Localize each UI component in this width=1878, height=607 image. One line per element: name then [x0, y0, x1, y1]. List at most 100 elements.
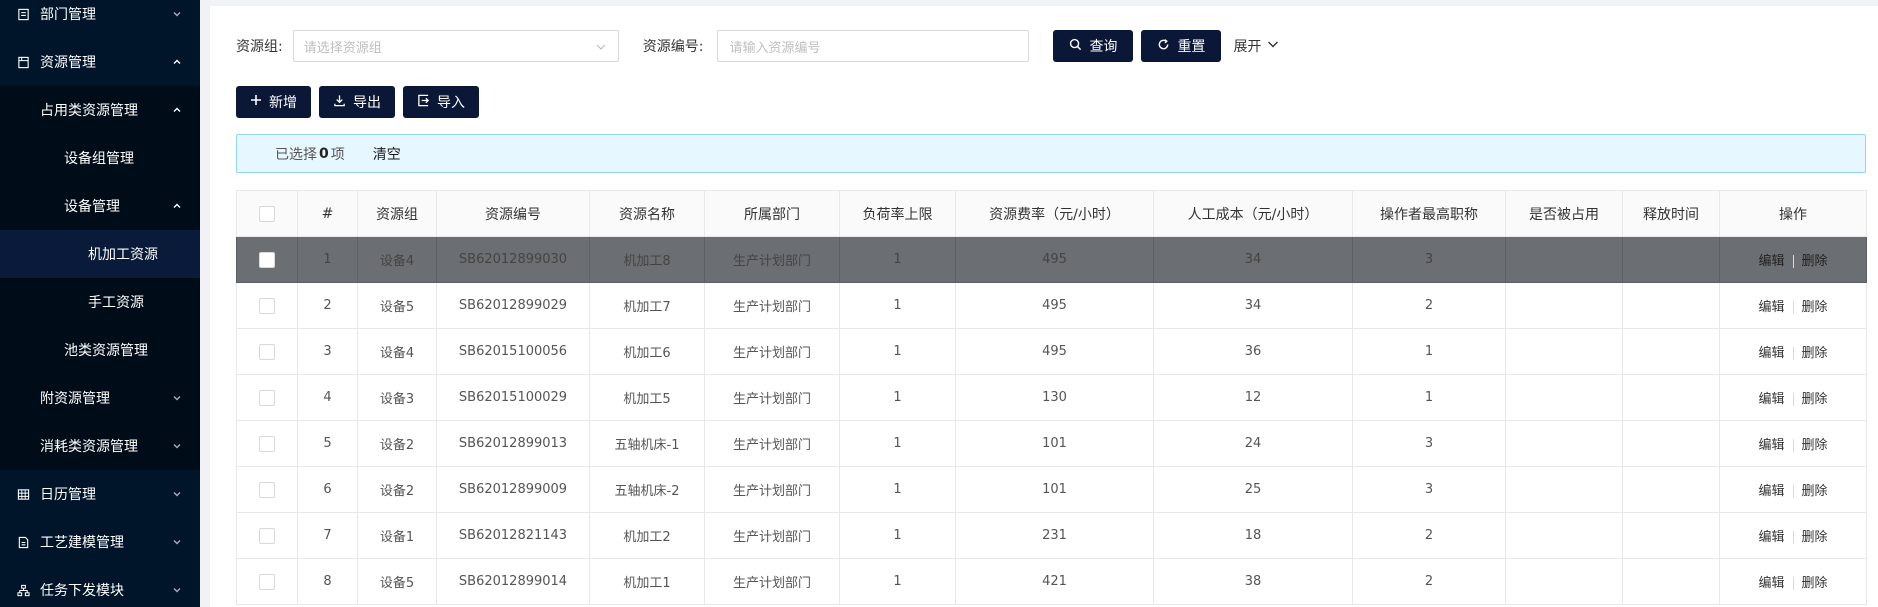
divider — [1792, 393, 1794, 406]
row-checkbox[interactable] — [259, 527, 275, 544]
cell-code: SB62015100029 — [436, 374, 590, 421]
sidebar-item-0[interactable]: 部门管理 — [0, 0, 200, 38]
cell-group: 设备4 — [357, 236, 437, 283]
cell-labor: 25 — [1153, 466, 1353, 513]
cell-labor: 24 — [1153, 420, 1353, 467]
row-actions: 编辑 删除 — [1719, 466, 1867, 513]
table-row[interactable]: 6 设备2 SB62012899009 五轴机床-2 生产计划部门 1 101 25 3 编辑 删除 — [236, 466, 1867, 513]
table-row[interactable]: 5 设备2 SB62012899013 五轴机床-1 生产计划部门 1 101 24 3 编辑 删除 — [236, 420, 1867, 467]
row-checkbox[interactable] — [259, 435, 275, 452]
cell-group: 设备4 — [357, 328, 437, 375]
cell-name: 机加工2 — [589, 512, 705, 559]
add-button[interactable]: 新增 — [236, 86, 311, 118]
edit-link[interactable]: 编辑 — [1758, 392, 1784, 407]
divider — [1792, 347, 1794, 360]
row-select-cell — [236, 282, 298, 329]
sidebar-item-label: 附资源管理 — [40, 391, 110, 407]
import-button[interactable]: 导入 — [403, 86, 479, 118]
chevron-down-icon — [172, 489, 182, 499]
expand-toggle[interactable]: 展开 — [1233, 36, 1279, 56]
table-row[interactable]: 4 设备3 SB62015100029 机加工5 生产计划部门 1 130 12 1 编辑 删除 — [236, 374, 1867, 421]
row-checkbox[interactable] — [259, 389, 275, 406]
cell-title: 2 — [1352, 512, 1506, 559]
delete-link[interactable]: 删除 — [1802, 346, 1828, 361]
table-row[interactable]: 8 设备5 SB62012899014 机加工1 生产计划部门 1 421 38 2 编辑 删除 — [236, 558, 1867, 605]
query-button[interactable]: 查询 — [1053, 30, 1134, 62]
delete-link[interactable]: 删除 — [1802, 438, 1828, 453]
edit-link[interactable]: 编辑 — [1758, 300, 1784, 315]
row-actions: 编辑 删除 — [1719, 420, 1867, 467]
edit-link[interactable]: 编辑 — [1758, 254, 1784, 269]
delete-link[interactable]: 删除 — [1802, 392, 1828, 407]
sidebar-item-label: 池类资源管理 — [64, 343, 148, 359]
expand-label: 展开 — [1233, 39, 1262, 55]
chevron-down-icon — [596, 41, 606, 51]
cell-occupied — [1505, 374, 1623, 421]
cell-dept: 生产计划部门 — [704, 374, 840, 421]
edit-link[interactable]: 编辑 — [1758, 346, 1784, 361]
cell-group: 设备5 — [357, 282, 437, 329]
divider — [1792, 577, 1794, 590]
sidebar-item-1[interactable]: 资源管理 — [0, 38, 200, 86]
resource-code-input[interactable]: 请输入资源编号 — [717, 30, 1030, 62]
cell-no: 8 — [297, 558, 358, 605]
sidebar-item-11[interactable]: 工艺建模管理 — [0, 518, 200, 566]
reset-button-label: 重置 — [1177, 39, 1206, 55]
cell-rate: 231 — [955, 512, 1154, 559]
edit-link[interactable]: 编辑 — [1758, 438, 1784, 453]
edit-link[interactable]: 编辑 — [1758, 530, 1784, 545]
sidebar-item-label: 工艺建模管理 — [40, 535, 124, 551]
delete-link[interactable]: 删除 — [1802, 484, 1828, 499]
sidebar-item-7[interactable]: 池类资源管理 — [0, 326, 200, 374]
sidebar-item-8[interactable]: 附资源管理 — [0, 374, 200, 422]
divider — [1792, 531, 1794, 544]
search-bar: 资源组: 请选择资源组 资源编号: 请输入资源编号 查询 重置 展开 — [236, 30, 1279, 62]
row-checkbox[interactable] — [259, 251, 275, 268]
sidebar-item-5[interactable]: 机加工资源 — [0, 230, 200, 278]
row-checkbox[interactable] — [259, 573, 275, 590]
chevron-down-icon — [172, 537, 182, 547]
cell-occupied — [1505, 282, 1623, 329]
edit-link[interactable]: 编辑 — [1758, 484, 1784, 499]
sidebar-item-label: 设备组管理 — [64, 151, 134, 167]
table-row[interactable]: 1 设备4 SB62012899030 机加工8 生产计划部门 1 495 34 3 编辑 删除 — [236, 236, 1867, 283]
table-row[interactable]: 3 设备4 SB62015100056 机加工6 生产计划部门 1 495 36 1 编辑 删除 — [236, 328, 1867, 375]
row-checkbox[interactable] — [259, 343, 275, 360]
sidebar-item-6[interactable]: 手工资源 — [0, 278, 200, 326]
cell-rate: 495 — [955, 236, 1154, 283]
delete-link[interactable]: 删除 — [1802, 254, 1828, 269]
table-body: 1 设备4 SB62012899030 机加工8 生产计划部门 1 495 34 3 编辑 删除 2 设… — [236, 236, 1867, 605]
clear-selection-link[interactable]: 清空 — [373, 144, 401, 164]
delete-link[interactable]: 删除 — [1802, 300, 1828, 315]
cell-occupied — [1505, 328, 1623, 375]
sidebar-item-9[interactable]: 消耗类资源管理 — [0, 422, 200, 470]
cell-release — [1622, 282, 1720, 329]
cell-no: 7 — [297, 512, 358, 559]
edit-link[interactable]: 编辑 — [1758, 576, 1784, 591]
cell-release — [1622, 466, 1720, 513]
sidebar-item-10[interactable]: 日历管理 — [0, 470, 200, 518]
chevron-down-icon — [172, 585, 182, 595]
cell-no: 6 — [297, 466, 358, 513]
sidebar-item-3[interactable]: 设备组管理 — [0, 134, 200, 182]
document-icon — [16, 7, 30, 21]
table-row[interactable]: 2 设备5 SB62012899029 机加工7 生产计划部门 1 495 34 2 编辑 删除 — [236, 282, 1867, 329]
export-button[interactable]: 导出 — [319, 86, 395, 118]
grid-icon — [16, 487, 30, 501]
select-all-checkbox[interactable] — [259, 205, 275, 222]
resource-group-select[interactable]: 请选择资源组 — [292, 30, 619, 62]
reset-button[interactable]: 重置 — [1141, 30, 1222, 62]
delete-link[interactable]: 删除 — [1802, 530, 1828, 545]
row-checkbox[interactable] — [259, 297, 275, 314]
row-checkbox[interactable] — [259, 481, 275, 498]
sidebar-item-2[interactable]: 占用类资源管理 — [0, 86, 200, 134]
cell-occupied — [1505, 512, 1623, 559]
sidebar-item-4[interactable]: 设备管理 — [0, 182, 200, 230]
cell-group: 设备3 — [357, 374, 437, 421]
cell-labor: 18 — [1153, 512, 1353, 559]
row-actions: 编辑 删除 — [1719, 282, 1867, 329]
cell-load: 1 — [839, 328, 956, 375]
delete-link[interactable]: 删除 — [1802, 576, 1828, 591]
sidebar-item-12[interactable]: 任务下发模块 — [0, 566, 200, 607]
table-row[interactable]: 7 设备1 SB62012821143 机加工2 生产计划部门 1 231 18 2 编辑 删除 — [236, 512, 1867, 559]
